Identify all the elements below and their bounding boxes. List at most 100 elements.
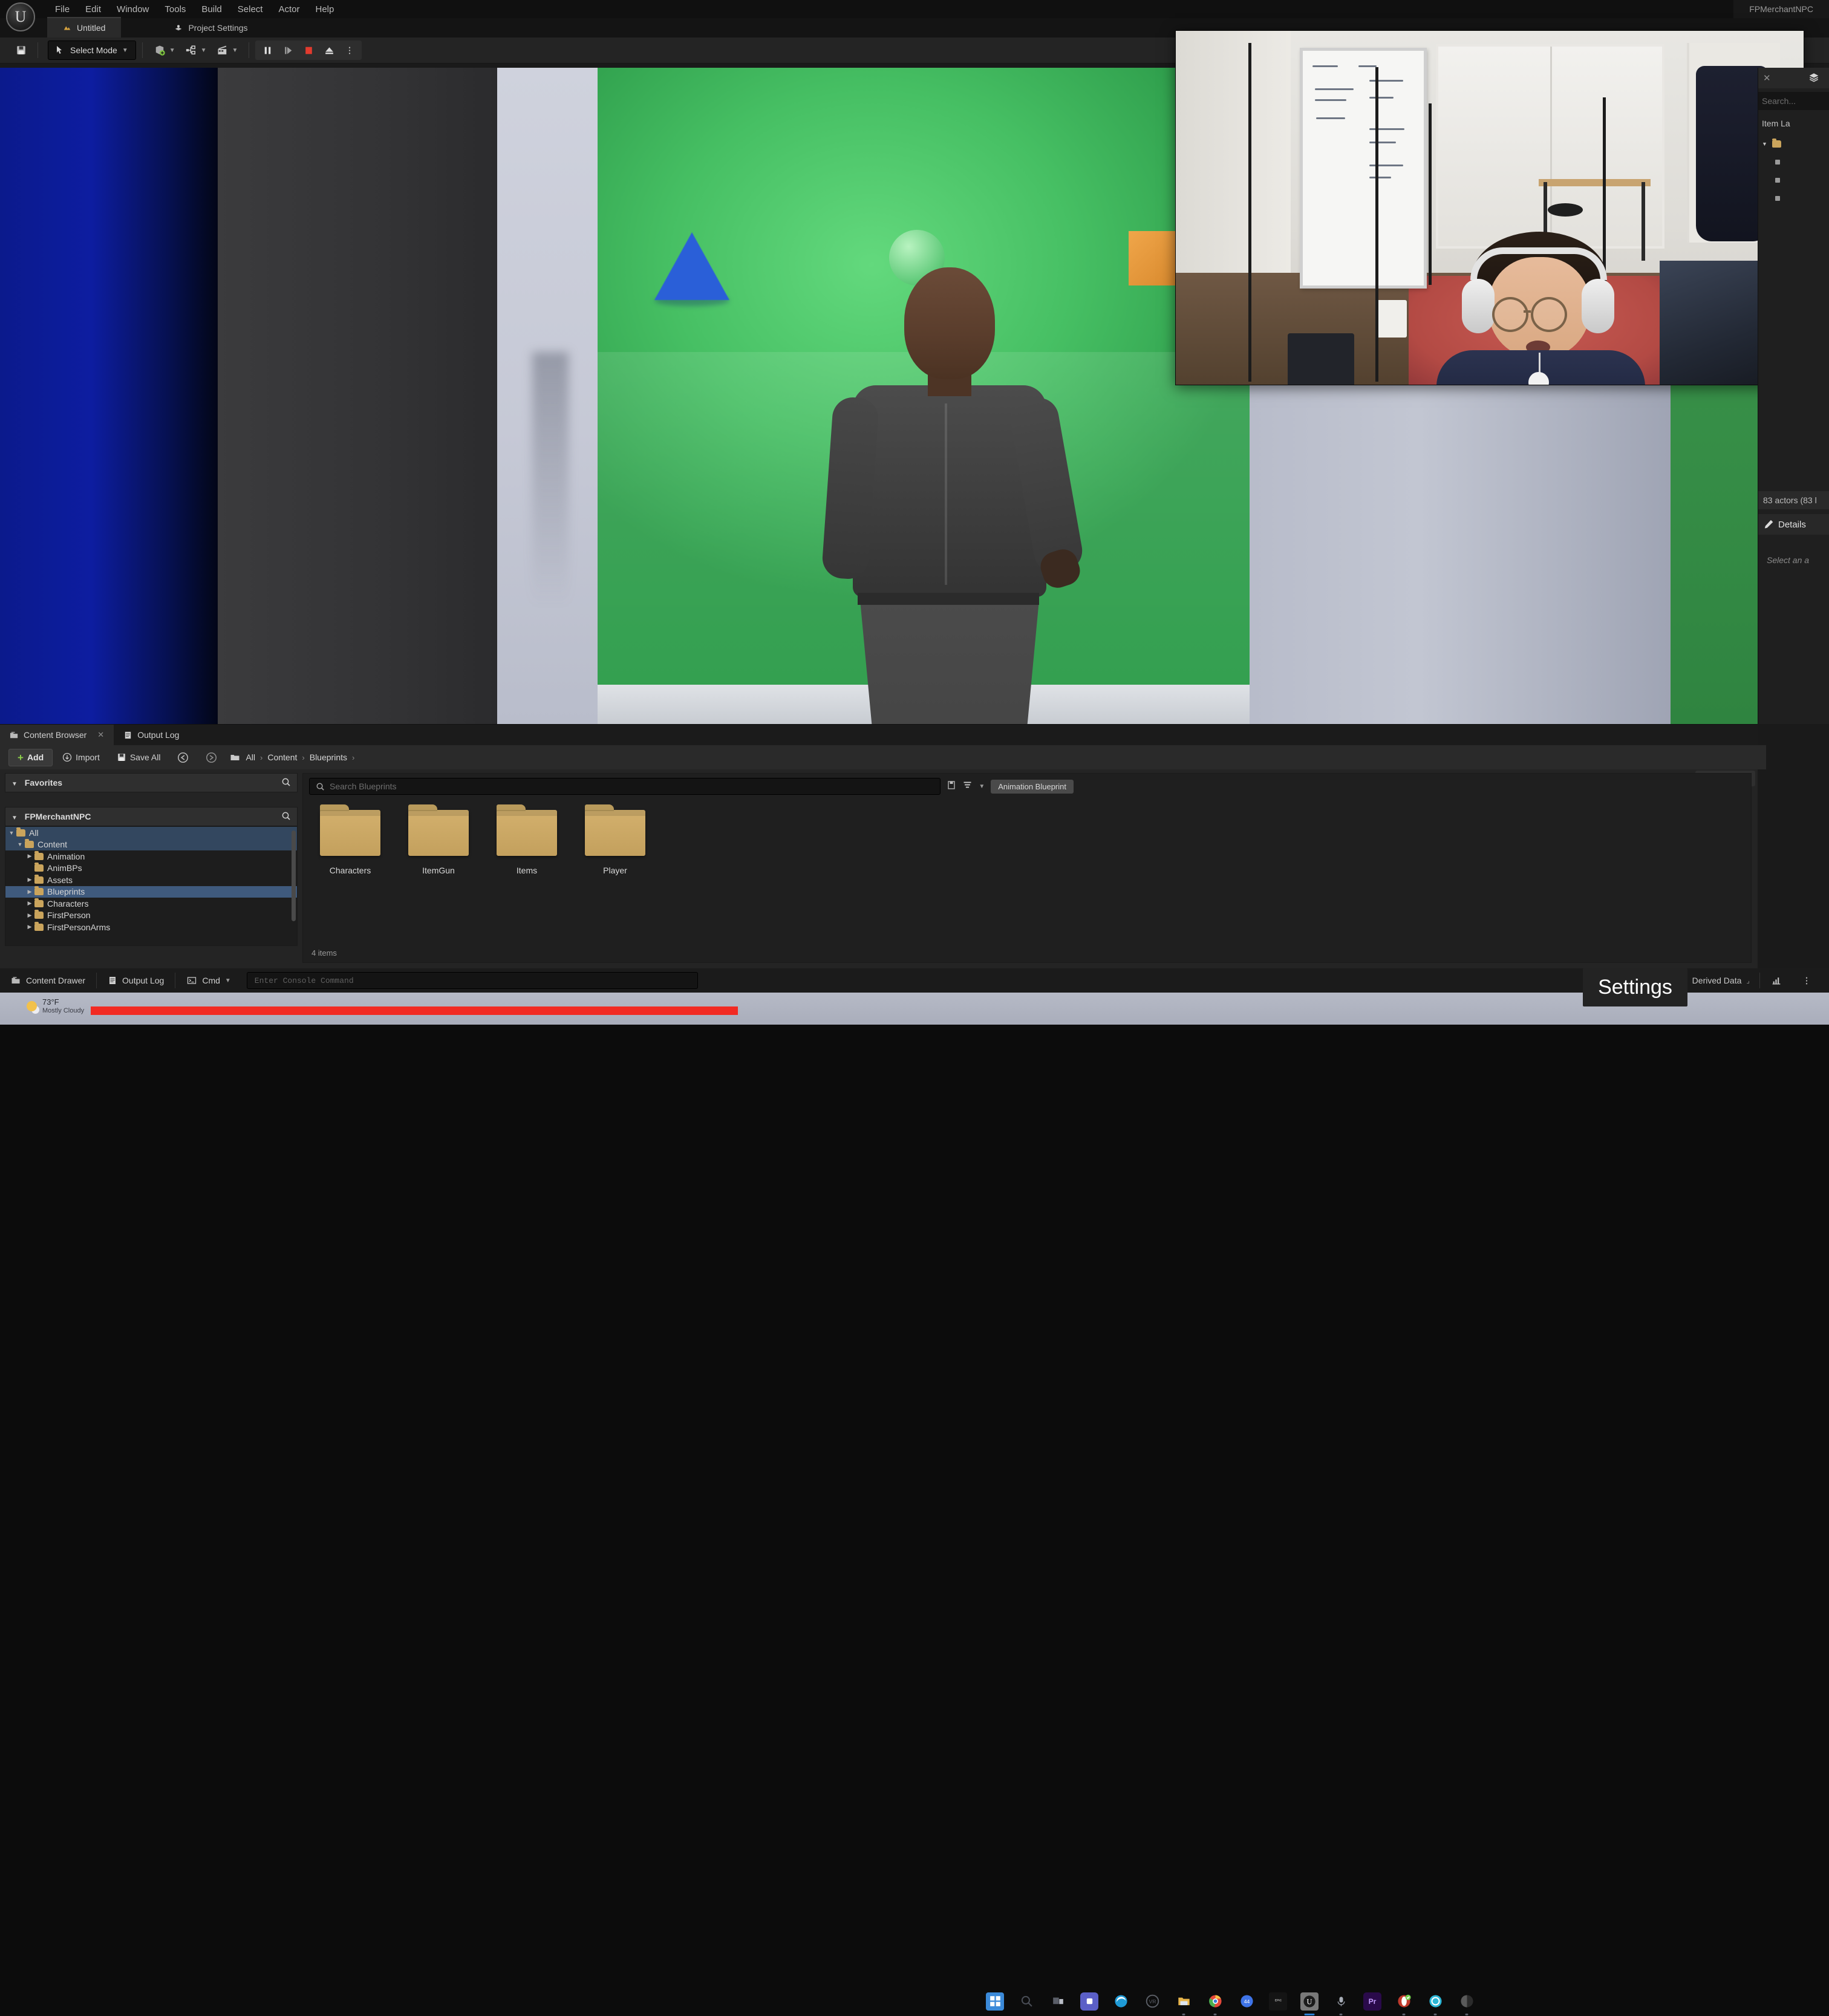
tree-item-firstpersonarms[interactable]: ▶ FirstPersonArms — [5, 921, 297, 933]
save-view-icon[interactable] — [947, 780, 956, 793]
chevron-right-icon[interactable]: ▶ — [26, 900, 33, 907]
nav-back-button[interactable] — [170, 749, 196, 766]
search-icon[interactable] — [281, 811, 291, 823]
nav-forward-button[interactable] — [198, 749, 224, 766]
select-mode-dropdown[interactable]: Select Mode ▼ — [48, 41, 136, 60]
unreal-logo-icon[interactable]: U — [6, 2, 35, 31]
chrome-icon[interactable] — [1206, 1992, 1224, 2015]
outliner-search-input[interactable]: Search... — [1758, 92, 1829, 110]
content-drawer-button[interactable]: Content Drawer — [0, 968, 96, 993]
menu-actor[interactable]: Actor — [270, 1, 307, 18]
chevron-right-icon[interactable]: ▶ — [26, 912, 33, 919]
play-more-options-button[interactable] — [340, 42, 359, 59]
tree-item-assets[interactable]: ▶ Assets — [5, 874, 297, 886]
menu-edit[interactable]: Edit — [77, 1, 109, 18]
search-assets-input[interactable]: Search Blueprints — [309, 778, 941, 795]
outliner-column-header[interactable]: Item La — [1758, 115, 1829, 132]
favorites-header[interactable]: ▼ Favorites — [5, 773, 298, 792]
cinematics-button[interactable]: ▼ — [212, 41, 243, 59]
outliner-root-row[interactable]: ▼ — [1758, 135, 1829, 152]
tree-item-content[interactable]: ▼ Content — [5, 838, 297, 850]
stop-button[interactable] — [299, 42, 318, 59]
chevron-right-icon[interactable]: ▶ — [26, 889, 33, 895]
close-icon[interactable]: ✕ — [97, 730, 104, 740]
breadcrumb-item-blueprints[interactable]: Blueprints — [310, 752, 347, 762]
details-panel-tab[interactable]: Details — [1758, 514, 1829, 535]
console-command-input[interactable]: Enter Console Command — [246, 972, 698, 989]
add-button[interactable]: + Add — [8, 748, 53, 766]
breadcrumb-item-all[interactable]: All — [246, 752, 255, 762]
menu-tools[interactable]: Tools — [157, 1, 194, 18]
tree-scrollbar[interactable] — [292, 830, 296, 921]
eject-button[interactable] — [319, 42, 339, 59]
edge-icon[interactable] — [1112, 1992, 1130, 2011]
pause-button[interactable] — [258, 42, 277, 59]
tree-item-characters[interactable]: ▶ Characters — [5, 898, 297, 910]
asset-folder-player[interactable]: Player — [581, 804, 649, 875]
menu-select[interactable]: Select — [230, 1, 271, 18]
chevron-down-icon[interactable]: ▼ — [979, 783, 985, 790]
menu-help[interactable]: Help — [308, 1, 342, 18]
outliner-row[interactable] — [1758, 190, 1829, 207]
add-actor-button[interactable]: ▼ — [149, 41, 180, 59]
vr-icon[interactable]: VR — [1143, 1992, 1161, 2011]
status-more-options-button[interactable] — [1793, 968, 1821, 993]
unreal-engine-icon[interactable]: U — [1300, 1992, 1319, 2015]
epic-games-icon[interactable]: EPIC — [1269, 1992, 1287, 2011]
asset-folder-items[interactable]: Items — [493, 804, 561, 875]
scene-cube-actor[interactable] — [1129, 231, 1176, 285]
search-icon[interactable] — [1017, 1992, 1035, 2011]
blender-icon[interactable] — [1458, 1992, 1476, 2015]
save-button[interactable] — [11, 41, 31, 59]
tab-output-log[interactable]: Output Log — [114, 725, 189, 745]
cmd-dropdown[interactable]: Cmd ▼ — [175, 968, 241, 993]
obs-icon[interactable] — [1426, 1992, 1444, 2015]
tree-item-firstperson[interactable]: ▶ FirstPerson — [5, 910, 297, 922]
chevron-down-icon[interactable]: ▼ — [8, 830, 15, 836]
search-icon[interactable] — [281, 777, 291, 789]
output-log-button[interactable]: Output Log — [97, 968, 175, 993]
outliner-row[interactable] — [1758, 154, 1829, 171]
sources-header[interactable]: ▼ FPMerchantNPC — [5, 807, 298, 826]
tree-item-animbps[interactable]: AnimBPs — [5, 863, 297, 875]
windows-start-icon[interactable] — [986, 1992, 1004, 2011]
import-button[interactable]: Import — [55, 749, 107, 765]
breadcrumb-item-content[interactable]: Content — [267, 752, 297, 762]
stats-button[interactable] — [1760, 968, 1793, 993]
chevron-right-icon[interactable]: ▶ — [26, 853, 33, 860]
menu-window[interactable]: Window — [109, 1, 157, 18]
close-icon[interactable]: ✕ — [1763, 73, 1771, 83]
save-all-button[interactable]: Save All — [109, 749, 168, 765]
tree-item-all[interactable]: ▼ All — [5, 827, 297, 839]
outliner-row[interactable] — [1758, 172, 1829, 189]
opera-gx-icon[interactable] — [1395, 1992, 1413, 2015]
asset-folder-itemgun[interactable]: ItemGun — [405, 804, 472, 875]
teams-icon[interactable] — [1080, 1992, 1098, 2011]
microphone-icon[interactable] — [1332, 1992, 1350, 2015]
filter-icon[interactable] — [962, 780, 973, 793]
premiere-pro-icon[interactable]: Pr — [1363, 1992, 1381, 2011]
blueprints-button[interactable]: ▼ — [180, 41, 212, 59]
tab-untitled-level[interactable]: Untitled — [47, 17, 122, 38]
menu-build[interactable]: Build — [194, 1, 229, 18]
tab-content-browser[interactable]: Content Browser ✕ — [0, 725, 114, 745]
task-view-icon[interactable] — [1049, 1992, 1067, 2011]
frame-step-button[interactable] — [278, 42, 298, 59]
chevron-down-icon[interactable]: ▼ — [16, 841, 24, 847]
scene-cone-actor[interactable] — [654, 232, 729, 300]
sources-tree[interactable]: ▼ All ▼ Content ▶ Animation AnimBPs ▶ As… — [5, 826, 298, 946]
chevron-right-icon[interactable]: ▶ — [26, 924, 33, 930]
chevron-down-icon[interactable]: ▼ — [1762, 141, 1767, 147]
layers-icon[interactable] — [1808, 72, 1820, 86]
asset-folder-characters[interactable]: Characters — [316, 804, 384, 875]
scene-character-actor[interactable] — [780, 261, 1119, 724]
file-explorer-icon[interactable] — [1175, 1992, 1193, 2015]
chevron-right-icon[interactable]: ▶ — [26, 876, 33, 883]
tab-project-settings[interactable]: Project Settings — [158, 18, 263, 38]
filter-pill-animation-blueprint[interactable]: Animation Blueprint — [991, 779, 1074, 794]
menu-file[interactable]: File — [47, 1, 77, 18]
tree-item-animation[interactable]: ▶ Animation — [5, 850, 297, 863]
taskbar-weather-widget[interactable]: 73°F Mostly Cloudy — [27, 997, 84, 1014]
zoom-icon[interactable]: 44 — [1237, 1992, 1256, 2011]
tree-item-blueprints[interactable]: ▶ Blueprints — [5, 886, 297, 898]
